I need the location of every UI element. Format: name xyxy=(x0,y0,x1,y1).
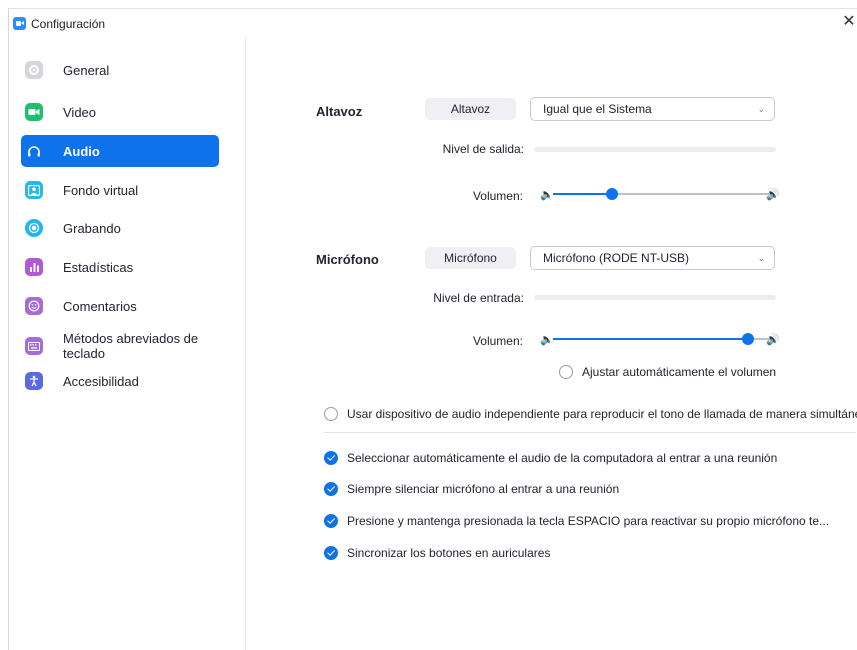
chevron-down-icon: ⌄ xyxy=(757,104,765,114)
speaker-section-label: Altavoz xyxy=(316,104,363,119)
input-level-label: Nivel de entrada: xyxy=(433,291,524,305)
chart-icon xyxy=(25,258,43,276)
sidebar-item-feedback[interactable]: Comentarios xyxy=(21,290,219,322)
settings-window: Configuración ✕ General Video Audio Fond… xyxy=(8,8,857,650)
checkbox[interactable] xyxy=(324,451,338,465)
checkbox[interactable] xyxy=(324,514,338,528)
sidebar-item-audio[interactable]: Audio xyxy=(21,135,219,167)
record-icon xyxy=(25,219,43,237)
title-bar: Configuración ✕ xyxy=(9,9,857,37)
speaker-volume-slider[interactable] xyxy=(553,186,772,202)
microphone-section-label: Micrófono xyxy=(316,252,379,267)
slider-fill xyxy=(553,193,613,195)
settings-sidebar: General Video Audio Fondo virtual Graban… xyxy=(9,37,246,650)
chevron-down-icon: ⌄ xyxy=(757,253,765,263)
sidebar-item-label: Audio xyxy=(63,143,100,159)
sidebar-item-label: Métodos abreviados de teclado xyxy=(63,331,199,361)
window-title: Configuración xyxy=(31,17,106,31)
video-icon xyxy=(25,103,43,121)
audio-settings-panel: Altavoz Altavoz Igual que el Sistema ⌄ N… xyxy=(247,37,857,650)
microphone-volume-slider[interactable] xyxy=(553,331,772,347)
sidebar-item-label: Fondo virtual xyxy=(63,182,139,198)
sidebar-item-general[interactable]: General xyxy=(21,54,219,86)
speaker-device-select[interactable]: Igual que el Sistema ⌄ xyxy=(530,97,775,121)
microphone-device-select[interactable]: Micrófono (RODE NT-USB) ⌄ xyxy=(530,246,775,270)
option-auto-join-audio[interactable]: Seleccionar automáticamente el audio de … xyxy=(324,451,777,465)
volume-low-icon: 🔈 xyxy=(540,189,554,201)
checkbox-label: Seleccionar automáticamente el audio de … xyxy=(347,451,778,465)
sidebar-item-video[interactable]: Video xyxy=(21,96,219,128)
zoom-app-icon xyxy=(13,17,26,30)
sidebar-item-keyboard-shortcuts[interactable]: Métodos abreviados de teclado xyxy=(21,329,219,363)
person-icon xyxy=(25,181,43,199)
sidebar-item-label: Comentarios xyxy=(63,298,137,314)
output-level-meter xyxy=(534,147,776,152)
accessibility-icon xyxy=(25,372,43,390)
keyboard-icon xyxy=(25,337,43,355)
volume-high-icon: 🔊 xyxy=(766,189,780,201)
auto-adjust-volume-checkbox[interactable]: Ajustar automáticamente el volumen xyxy=(559,365,776,379)
slider-knob[interactable] xyxy=(741,333,754,345)
microphone-volume-label: Volumen: xyxy=(472,334,523,348)
volume-low-icon: 🔈 xyxy=(540,334,554,346)
checkbox-label: Siempre silenciar micrófono al entrar a … xyxy=(347,482,620,496)
volume-high-icon: 🔊 xyxy=(766,334,780,346)
close-button[interactable]: ✕ xyxy=(842,14,856,30)
speaker-device-value: Igual que el Sistema xyxy=(543,102,652,116)
checkbox[interactable] xyxy=(324,482,338,496)
sidebar-item-label: Grabando xyxy=(63,220,121,236)
output-level-label: Nivel de salida: xyxy=(442,142,524,156)
checkbox-label: Usar dispositivo de audio independiente … xyxy=(347,407,857,421)
checkbox[interactable] xyxy=(324,407,338,421)
smile-icon xyxy=(25,297,43,315)
divider xyxy=(324,432,856,433)
sidebar-item-statistics[interactable]: Estadísticas xyxy=(21,251,219,283)
test-microphone-button[interactable]: Micrófono xyxy=(425,247,516,269)
option-sync-headset-buttons[interactable]: Sincronizar los botones en auriculares xyxy=(324,546,550,560)
checkbox-label: Presione y mantenga presionada la tecla … xyxy=(347,514,830,528)
sidebar-item-label: Accesibilidad xyxy=(63,373,139,389)
sidebar-item-label: Video xyxy=(63,104,97,120)
test-speaker-button[interactable]: Altavoz xyxy=(425,98,516,120)
speaker-volume-label: Volumen: xyxy=(472,189,523,203)
checkbox-label: Ajustar automáticamente el volumen xyxy=(582,365,777,379)
sidebar-item-accessibility[interactable]: Accesibilidad xyxy=(21,365,219,397)
checkbox[interactable] xyxy=(324,546,338,560)
checkbox[interactable] xyxy=(559,365,573,379)
sidebar-item-label: Estadísticas xyxy=(63,259,134,275)
slider-knob[interactable] xyxy=(606,188,619,200)
slider-fill xyxy=(553,338,748,340)
input-level-meter xyxy=(534,295,776,300)
headphones-icon xyxy=(25,142,43,160)
microphone-device-value: Micrófono (RODE NT-USB) xyxy=(543,251,690,265)
gear-icon xyxy=(25,61,43,79)
sidebar-item-label: General xyxy=(63,62,110,78)
option-separate-ringtone[interactable]: Usar dispositivo de audio independiente … xyxy=(324,407,857,421)
option-push-to-talk[interactable]: Presione y mantenga presionada la tecla … xyxy=(324,514,829,528)
sidebar-item-recording[interactable]: Grabando xyxy=(21,212,219,244)
option-mute-on-join[interactable]: Siempre silenciar micrófono al entrar a … xyxy=(324,482,619,496)
sidebar-item-virtual-background[interactable]: Fondo virtual xyxy=(21,174,219,206)
checkbox-label: Sincronizar los botones en auriculares xyxy=(347,546,551,560)
